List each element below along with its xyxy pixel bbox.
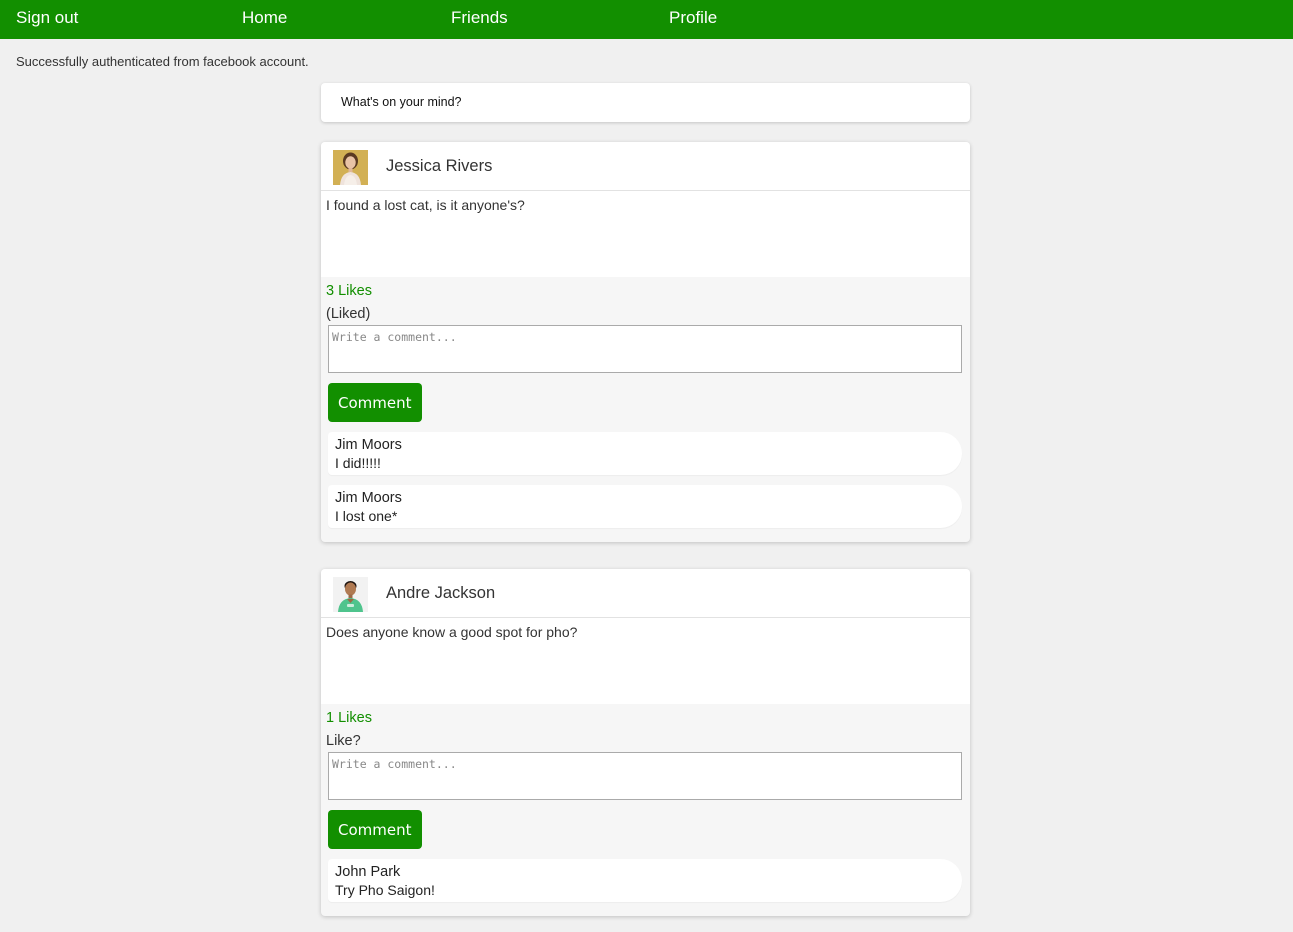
post-body: Does anyone know a good spot for pho? bbox=[321, 618, 970, 704]
comment-author[interactable]: John Park bbox=[335, 864, 955, 880]
nav-home-link[interactable]: Home bbox=[242, 8, 287, 28]
comment-text: I lost one* bbox=[335, 508, 398, 524]
post-footer: 1 Likes Like? Comment John Park Try Pho … bbox=[321, 704, 970, 916]
like-toggle[interactable]: (Liked) bbox=[326, 305, 963, 323]
post-composer[interactable]: What's on your mind? bbox=[321, 83, 970, 122]
likes-count[interactable]: 1 Likes bbox=[326, 709, 963, 727]
post-author-name[interactable]: Andre Jackson bbox=[386, 584, 495, 603]
nav-sign-out-link[interactable]: Sign out bbox=[16, 8, 78, 28]
post-author-name[interactable]: Jessica Rivers bbox=[386, 157, 492, 176]
nav-profile-link[interactable]: Profile bbox=[669, 8, 717, 28]
post-footer: 3 Likes (Liked) Comment Jim Moors I did!… bbox=[321, 277, 970, 542]
comment-item: John Park Try Pho Saigon! bbox=[328, 859, 962, 902]
post-header: Andre Jackson bbox=[321, 569, 970, 618]
comment-text: I did!!!!! bbox=[335, 455, 381, 471]
post-header: Jessica Rivers bbox=[321, 142, 970, 191]
comment-button[interactable]: Comment bbox=[328, 383, 422, 422]
post-card: Jessica Rivers I found a lost cat, is it… bbox=[321, 142, 970, 542]
nav-friends-link[interactable]: Friends bbox=[451, 8, 508, 28]
author-avatar[interactable] bbox=[333, 577, 368, 612]
post-body: I found a lost cat, is it anyone's? bbox=[321, 191, 970, 277]
comment-author[interactable]: Jim Moors bbox=[335, 490, 955, 506]
top-navbar: Sign out Home Friends Profile bbox=[0, 0, 1293, 39]
likes-count[interactable]: 3 Likes bbox=[326, 282, 963, 300]
like-toggle[interactable]: Like? bbox=[326, 732, 963, 750]
flash-message: Successfully authenticated from facebook… bbox=[16, 54, 309, 69]
post-card: Andre Jackson Does anyone know a good sp… bbox=[321, 569, 970, 916]
author-avatar[interactable] bbox=[333, 150, 368, 185]
comment-author[interactable]: Jim Moors bbox=[335, 437, 955, 453]
comment-input[interactable] bbox=[328, 752, 962, 800]
comment-item: Jim Moors I lost one* bbox=[328, 485, 962, 528]
comment-input[interactable] bbox=[328, 325, 962, 373]
comment-button[interactable]: Comment bbox=[328, 810, 422, 849]
comment-item: Jim Moors I did!!!!! bbox=[328, 432, 962, 475]
comment-text: Try Pho Saigon! bbox=[335, 882, 435, 898]
